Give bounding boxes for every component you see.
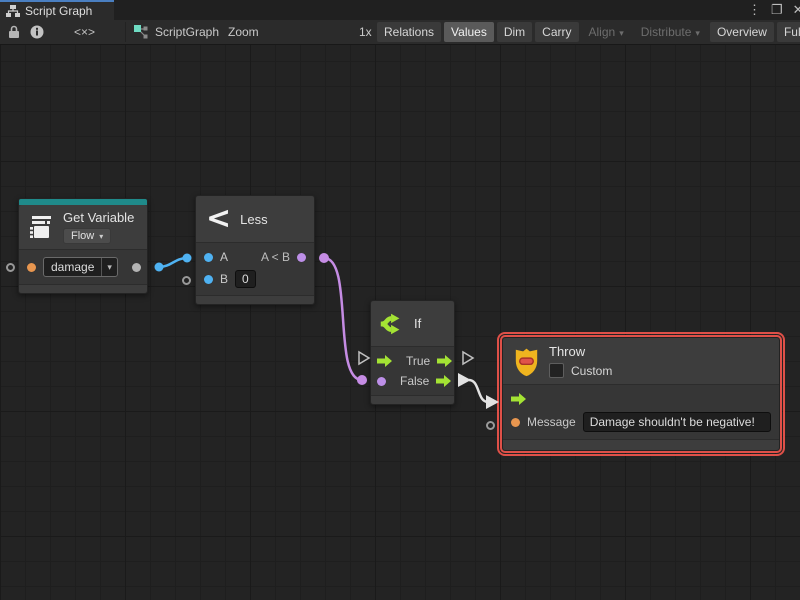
chevron-down-icon: ▾ bbox=[695, 28, 700, 38]
enter-row bbox=[503, 389, 779, 409]
throw-shield-icon bbox=[513, 346, 540, 377]
script-graph-icon bbox=[134, 25, 148, 39]
graph-hierarchy-icon bbox=[6, 5, 20, 18]
true-row: True bbox=[371, 351, 454, 371]
node-title: Get Variable bbox=[63, 210, 134, 225]
dim-button[interactable]: Dim bbox=[497, 22, 532, 42]
script-graph-window: Script Graph ⋮ ❐ ✕ <×> bbox=[0, 0, 800, 600]
lock-button[interactable] bbox=[8, 20, 20, 44]
variable-scope-dropdown[interactable]: Flow ▾ bbox=[63, 228, 111, 244]
input-a-port[interactable] bbox=[204, 253, 213, 262]
condition-input-port[interactable] bbox=[377, 377, 386, 386]
variable-name-row: damage ▾ bbox=[19, 254, 147, 280]
unconnected-value-port-indicator[interactable] bbox=[486, 421, 495, 430]
message-label: Message bbox=[527, 415, 576, 429]
unconnected-value-port-indicator[interactable] bbox=[182, 276, 191, 285]
node-throw[interactable]: Throw Custom Message Damage shouldn't be… bbox=[502, 337, 780, 451]
input-a-label: A bbox=[220, 250, 228, 264]
distribute-button[interactable]: Distribute▾ bbox=[634, 22, 707, 42]
node-title: Less bbox=[240, 212, 267, 227]
graph-toolbar: <×> ScriptGraph Zoom 1x Relations Values… bbox=[0, 20, 800, 45]
branch-icon bbox=[379, 312, 405, 336]
overview-button[interactable]: Overview bbox=[710, 22, 774, 42]
node-footer bbox=[196, 295, 314, 304]
zoom-label: Zoom bbox=[228, 20, 259, 44]
custom-label: Custom bbox=[571, 364, 612, 378]
node-footer bbox=[503, 439, 779, 450]
close-icon[interactable]: ✕ bbox=[793, 0, 800, 20]
chevron-down-icon: ▾ bbox=[619, 28, 624, 38]
tab-title: Script Graph bbox=[25, 4, 92, 18]
false-label: False bbox=[400, 374, 429, 388]
values-button[interactable]: Values bbox=[444, 22, 494, 42]
flow-enter-port[interactable] bbox=[377, 355, 392, 367]
info-icon bbox=[30, 25, 44, 39]
tab-bar: Script Graph ⋮ ❐ ✕ bbox=[0, 0, 800, 20]
variable-name-dropdown[interactable]: damage ▾ bbox=[43, 257, 118, 277]
node-less[interactable]: < Less A A < B B 0 bbox=[195, 195, 315, 305]
true-label: True bbox=[406, 354, 430, 368]
false-output-port[interactable] bbox=[436, 375, 451, 387]
result-label: A < B bbox=[261, 250, 290, 264]
tab-script-graph[interactable]: Script Graph bbox=[0, 0, 114, 20]
variable-icon bbox=[28, 215, 54, 239]
full-screen-button[interactable]: Full Screen bbox=[777, 22, 800, 42]
node-title: Throw bbox=[549, 344, 612, 359]
input-b-port[interactable] bbox=[204, 275, 213, 284]
window-controls: ⋮ ❐ ✕ bbox=[748, 0, 800, 20]
message-value-field[interactable]: Damage shouldn't be negative! bbox=[583, 412, 771, 432]
node-footer bbox=[19, 284, 147, 293]
input-b-row: B 0 bbox=[196, 267, 314, 291]
graph-breadcrumb[interactable]: ScriptGraph bbox=[134, 20, 219, 44]
input-a-row: A A < B bbox=[196, 247, 314, 267]
node-footer bbox=[371, 395, 454, 404]
menu-icon[interactable]: ⋮ bbox=[748, 0, 761, 20]
relations-button[interactable]: Relations bbox=[377, 22, 441, 42]
custom-checkbox[interactable] bbox=[549, 363, 564, 378]
node-get-variable[interactable]: Get Variable Flow ▾ damage ▾ bbox=[18, 198, 148, 294]
false-row: False bbox=[371, 371, 454, 391]
input-b-label: B bbox=[220, 272, 228, 286]
unconnected-value-port-indicator[interactable] bbox=[6, 263, 15, 272]
graph-name: ScriptGraph bbox=[155, 25, 219, 39]
node-if[interactable]: If True False bbox=[370, 300, 455, 405]
true-output-port[interactable] bbox=[437, 355, 452, 367]
string-input-port[interactable] bbox=[27, 263, 36, 272]
message-input-port[interactable] bbox=[511, 418, 520, 427]
maximize-icon[interactable]: ❐ bbox=[771, 0, 783, 20]
code-view-button[interactable]: <×> bbox=[74, 20, 95, 44]
zoom-value: 1x bbox=[359, 20, 372, 44]
inspect-button[interactable] bbox=[30, 20, 44, 44]
chevron-down-icon: ▾ bbox=[99, 232, 103, 241]
flow-enter-port[interactable] bbox=[511, 393, 526, 405]
input-b-value-field[interactable]: 0 bbox=[235, 270, 256, 288]
node-title: If bbox=[414, 316, 421, 331]
message-row: Message Damage shouldn't be negative! bbox=[503, 409, 779, 435]
result-output-port[interactable] bbox=[297, 253, 306, 262]
chevron-down-icon: ▾ bbox=[101, 258, 117, 276]
code-icon: <×> bbox=[74, 25, 95, 39]
value-output-port[interactable] bbox=[132, 263, 141, 272]
lock-icon bbox=[8, 25, 20, 39]
align-button[interactable]: Align▾ bbox=[582, 22, 631, 42]
carry-button[interactable]: Carry bbox=[535, 22, 578, 42]
toolbar-buttons: Relations Values Dim Carry Align▾ Distri… bbox=[377, 20, 800, 44]
toolbar-divider bbox=[125, 22, 126, 42]
less-than-icon: < bbox=[206, 208, 231, 230]
